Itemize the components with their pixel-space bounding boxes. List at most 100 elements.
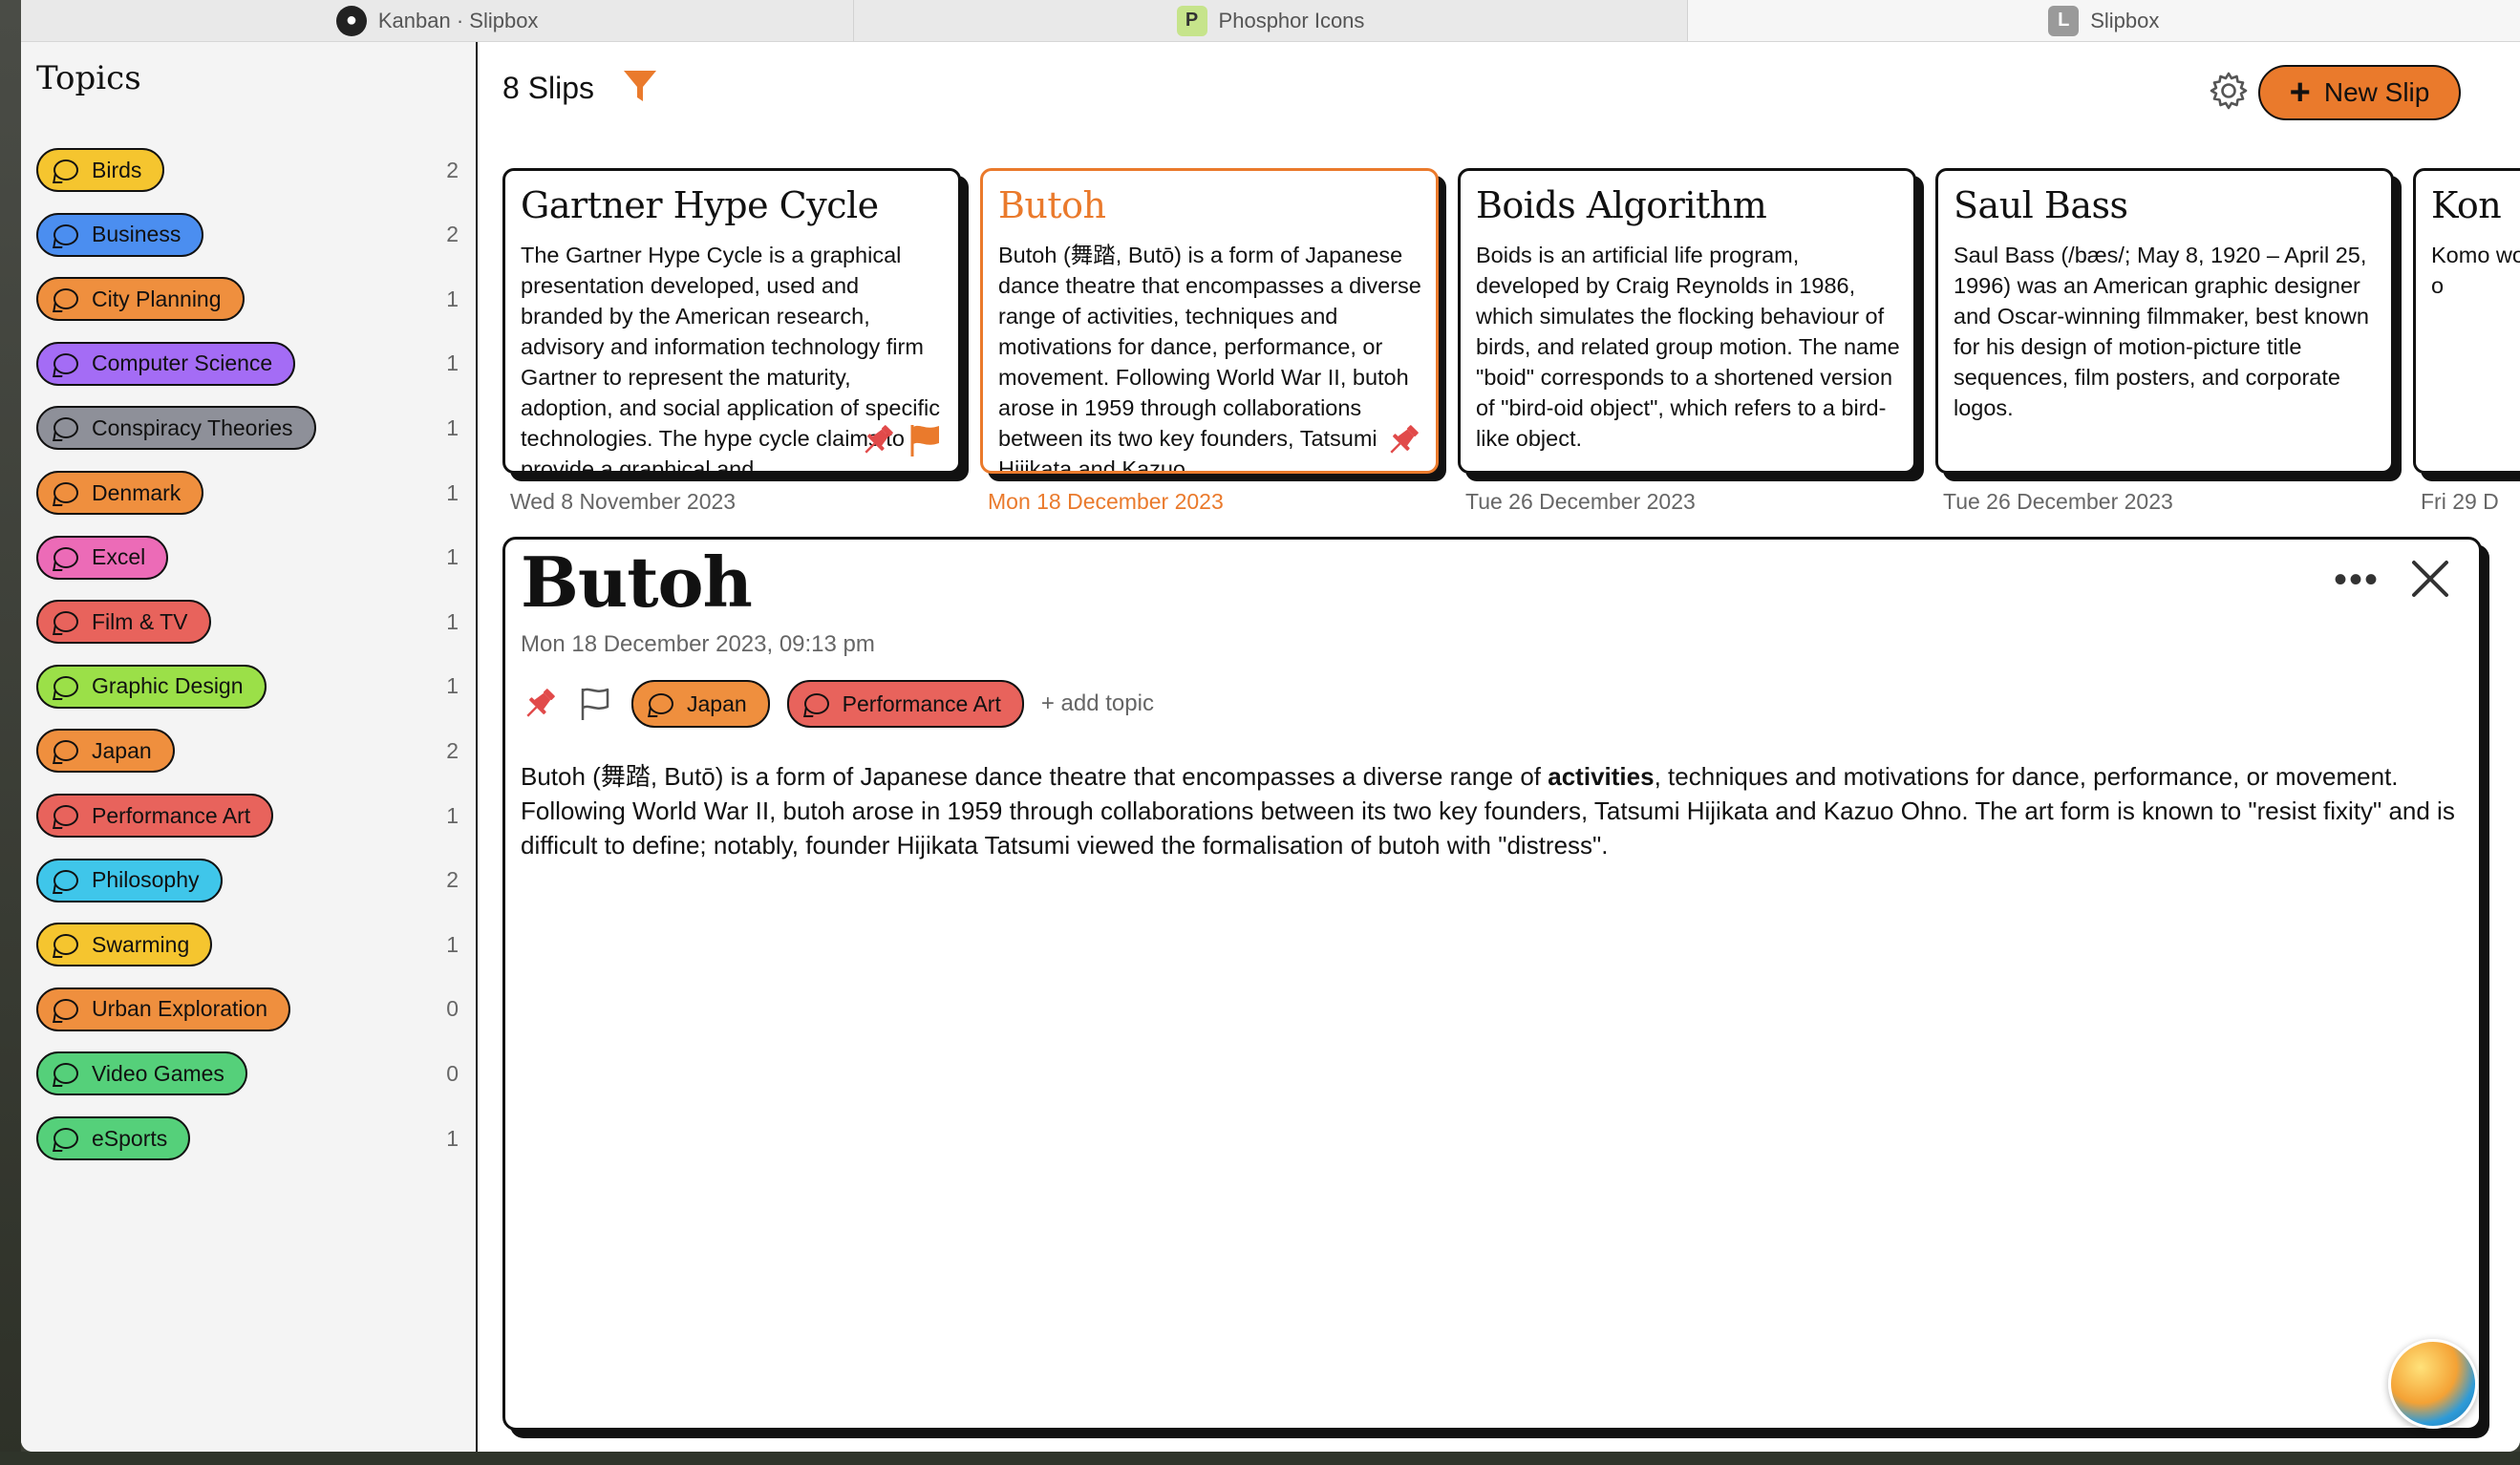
topic-count: 2 [446, 222, 459, 247]
topic-label: Birds [92, 157, 142, 182]
new-slip-label: New Slip [2323, 77, 2430, 107]
gear-icon[interactable] [2209, 71, 2249, 111]
main-area: 8 Slips + New Slip Gartner Hype Cycle The… [480, 42, 2520, 1452]
topic-count: 0 [446, 996, 459, 1022]
chat-bubble-icon [53, 869, 78, 891]
slip-card-date: Wed 8 November 2023 [510, 489, 737, 514]
new-slip-button[interactable]: + New Slip [2258, 65, 2461, 120]
topic-pill[interactable]: Birds [36, 148, 165, 192]
topic-label: Film & TV [92, 608, 188, 634]
topic-count: 1 [446, 802, 459, 828]
detail-body[interactable]: Butoh (舞踏, Butō) is a form of Japanese d… [521, 759, 2469, 862]
topic-label: Excel [92, 544, 146, 570]
slip-card-date: Tue 26 December 2023 [1943, 489, 2173, 514]
topic-count: 1 [446, 350, 459, 376]
topic-row: Performance Art 1 [36, 793, 462, 839]
topic-pill[interactable]: Urban Exploration [36, 987, 291, 1031]
topic-pill[interactable]: Film & TV [36, 600, 211, 645]
slip-cards-row: Gartner Hype Cycle The Gartner Hype Cycle… [502, 168, 2520, 569]
detail-date: Mon 18 December 2023, 09:13 pm [521, 631, 875, 657]
chat-bubble-icon [53, 998, 78, 1020]
slip-card-title: Butoh [998, 184, 1106, 226]
chat-bubble-icon [53, 611, 78, 633]
topic-label: Swarming [92, 931, 190, 957]
topic-count: 1 [446, 544, 459, 570]
github-icon: ● [335, 5, 367, 36]
detail-body-text: Butoh (舞踏, Butō) is a form of Japanese d… [521, 762, 1548, 791]
app-window: ● Kanban · Slipbox P Phosphor Icons L Sl… [21, 0, 2520, 1452]
topic-row: Birds 2 [36, 147, 462, 193]
slip-card[interactable]: Kon Komo word which trees. light r severa… [2413, 168, 2520, 474]
topic-label: City Planning [92, 286, 222, 311]
topic-count: 1 [446, 479, 459, 505]
tab-phosphor-icons[interactable]: P Phosphor Icons [854, 0, 1688, 41]
chat-bubble-icon [53, 546, 78, 568]
slip-count: 8 Slips [502, 71, 595, 105]
topic-count: 2 [446, 737, 459, 763]
sidebar-title: Topics [36, 59, 141, 97]
chat-bubble-icon [53, 675, 78, 697]
chat-bubble-icon [649, 693, 673, 714]
topic-label: Conspiracy Theories [92, 414, 293, 440]
topic-pill[interactable]: Excel [36, 535, 169, 580]
topic-tag-japan[interactable]: Japan [631, 680, 770, 728]
detail-title[interactable]: Butoh [521, 541, 753, 623]
topic-count: 1 [446, 673, 459, 699]
topic-pill[interactable]: Graphic Design [36, 664, 267, 709]
chat-bubble-icon [53, 417, 78, 439]
topic-row: Computer Science 1 [36, 341, 462, 387]
tab-slipbox[interactable]: L Slipbox [1687, 0, 2520, 41]
topic-row: Urban Exploration 0 [36, 987, 462, 1032]
flag-icon[interactable] [576, 685, 614, 723]
chat-bubble-icon [803, 693, 829, 714]
slip-detail-panel: Butoh Mon 18 December 2023, 09:13 pm ••• [502, 537, 2482, 1431]
topic-pill[interactable]: Denmark [36, 471, 204, 515]
tab-kanban[interactable]: ● Kanban · Slipbox [21, 0, 855, 41]
flag-icon[interactable] [907, 421, 945, 459]
topic-label: Graphic Design [92, 673, 244, 699]
add-topic-button[interactable]: + add topic [1041, 690, 1154, 717]
topic-count: 1 [446, 286, 459, 311]
topic-pill[interactable]: Business [36, 212, 204, 257]
chat-bubble-icon [53, 482, 78, 503]
topic-row: Graphic Design 1 [36, 664, 462, 710]
topic-pill[interactable]: Conspiracy Theories [36, 406, 316, 451]
pin-icon[interactable] [859, 421, 897, 459]
topic-pill[interactable]: Philosophy [36, 858, 223, 902]
slip-card-title: Gartner Hype Cycle [521, 184, 879, 226]
pin-icon[interactable] [1384, 421, 1422, 459]
chat-bubble-icon [53, 740, 78, 762]
more-options-icon[interactable]: ••• [2334, 559, 2380, 602]
topic-pill[interactable]: eSports [36, 1116, 191, 1160]
slip-card-date: Mon 18 December 2023 [988, 489, 1224, 514]
chat-bubble-icon [53, 223, 78, 245]
topic-pill[interactable]: Performance Art [36, 794, 274, 838]
slip-card-body: Boids is an artificial life program, dev… [1476, 243, 1900, 451]
topic-pill[interactable]: Computer Science [36, 341, 296, 386]
topics-sidebar: Topics Birds 2 Business 2 City Planning 1 Comp… [21, 42, 478, 1452]
slip-card[interactable]: Saul Bass Saul Bass (/bæs/; May 8, 1920 –… [1935, 168, 2394, 474]
topic-pill[interactable]: City Planning [36, 277, 245, 322]
topic-row: Business 2 [36, 212, 462, 258]
close-icon[interactable] [2406, 555, 2454, 603]
topic-count: 1 [446, 414, 459, 440]
slip-card[interactable]: Butoh Butoh (舞踏, Butō) is a form of Japan… [980, 168, 1439, 474]
phosphor-icon: P [1176, 5, 1207, 36]
avatar[interactable] [2388, 1339, 2478, 1429]
chat-bubble-icon [53, 1063, 78, 1085]
slipbox-icon: L [2048, 5, 2080, 36]
tab-bar: ● Kanban · Slipbox P Phosphor Icons L Sl… [21, 0, 2520, 42]
topic-tag-performance-art[interactable]: Performance Art [786, 680, 1024, 728]
slip-card[interactable]: Gartner Hype Cycle The Gartner Hype Cycle… [502, 168, 961, 474]
chat-bubble-icon [53, 1128, 78, 1149]
topic-row: Film & TV 1 [36, 599, 462, 645]
topic-pill[interactable]: Swarming [36, 923, 213, 967]
topic-label: Performance Art [92, 802, 251, 828]
slip-card[interactable]: Boids Algorithm Boids is an artificial li… [1458, 168, 1916, 474]
tab-label: Phosphor Icons [1218, 8, 1365, 32]
topic-pill[interactable]: Video Games [36, 1051, 247, 1096]
slip-card-date: Fri 29 D [2421, 489, 2499, 514]
filter-icon[interactable] [621, 67, 659, 105]
pin-icon[interactable] [521, 685, 559, 723]
topic-pill[interactable]: Japan [36, 729, 175, 774]
